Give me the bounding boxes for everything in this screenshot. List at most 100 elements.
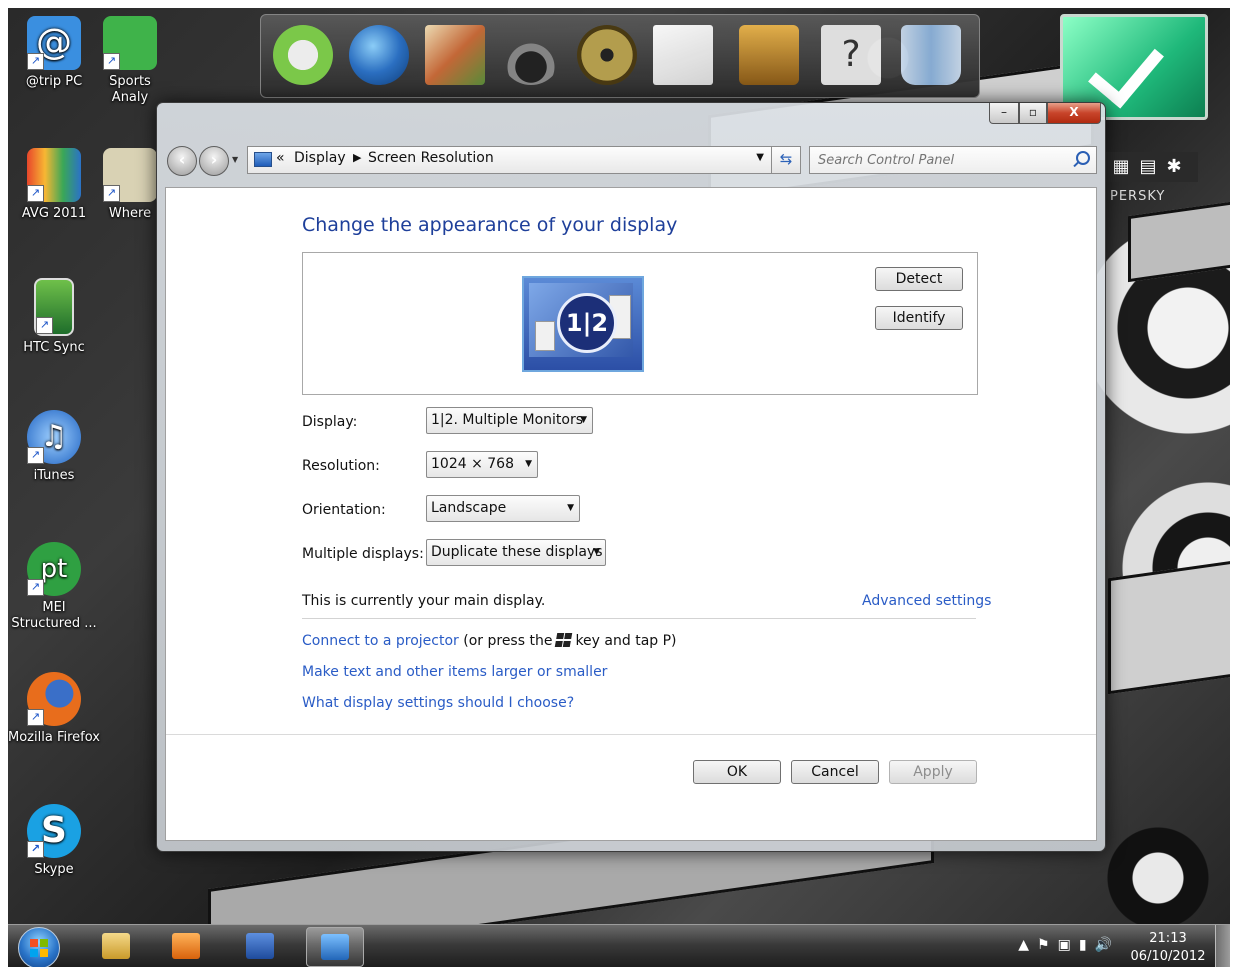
media-player-icon xyxy=(172,933,200,959)
skype-icon: S ↗ xyxy=(27,804,81,858)
desktop-icon-where[interactable]: ↗ Where xyxy=(100,148,160,222)
multiple-displays-dropdown[interactable]: Duplicate these displays ▼ xyxy=(426,539,606,566)
identify-button[interactable]: Identify xyxy=(875,306,963,330)
desktop-icon-avg[interactable]: ↗ AVG 2011 xyxy=(8,148,100,222)
display-control-panel-icon xyxy=(254,152,272,167)
firefox-icon: ↗ xyxy=(27,672,81,726)
resolution-label: Resolution: xyxy=(302,458,380,474)
action-center-flag-icon[interactable]: ⚑ xyxy=(1037,937,1058,953)
chevron-down-icon: ▼ xyxy=(567,503,574,513)
signal-icon[interactable]: ▮ xyxy=(1079,937,1095,953)
desktop-icon-itunes[interactable]: ♫ ↗ iTunes xyxy=(8,410,100,484)
desktop-icon-label: iTunes xyxy=(33,468,75,483)
network-icon[interactable]: ▣ xyxy=(1058,937,1079,953)
minimize-button[interactable]: – xyxy=(989,103,1019,124)
address-bar[interactable]: « Display ▶ Screen Resolution ▼ xyxy=(247,146,801,174)
orientation-dropdown[interactable]: Landscape ▼ xyxy=(426,495,580,522)
headphones-icon[interactable] xyxy=(501,25,561,85)
desktop-icon-label: Skype xyxy=(34,862,74,877)
recycle-bin-icon[interactable] xyxy=(901,25,961,85)
desktop-icon-label: Sports Analy xyxy=(109,74,151,105)
shortcut-arrow-icon: ↗ xyxy=(27,53,44,70)
desktop-icon-label: Where xyxy=(108,206,152,221)
recent-pages-chevron-down-icon[interactable]: ▼ xyxy=(232,155,238,164)
forward-button[interactable]: › xyxy=(199,146,229,176)
desktop-icon-mei-structured[interactable]: pt ↗ MEI Structured ... xyxy=(8,542,100,632)
breadcrumb-separator-arrow-icon[interactable]: ▶ xyxy=(353,151,361,164)
word-icon xyxy=(246,933,274,959)
desktop-icon-label: @trip PC xyxy=(25,74,83,89)
cancel-button[interactable]: Cancel xyxy=(791,760,879,784)
photos-icon[interactable] xyxy=(425,25,485,85)
windows-key-icon xyxy=(555,633,573,647)
system-tray: ▲⚑▣▮🔊 xyxy=(1018,937,1120,953)
search-input[interactable] xyxy=(816,150,1070,170)
desktop-icon-firefox[interactable]: ↗ Mozilla Firefox xyxy=(8,672,100,746)
show-desktop-button[interactable] xyxy=(1215,925,1230,967)
back-button[interactable]: ‹ xyxy=(167,146,197,176)
start-button[interactable] xyxy=(18,927,60,967)
chevron-down-icon: ▼ xyxy=(593,547,600,557)
address-dropdown-chevron-down-icon[interactable]: ▼ xyxy=(756,152,764,163)
phone-icon: ↗ xyxy=(34,278,74,336)
multiple-displays-dropdown-value: Duplicate these displays xyxy=(431,544,603,560)
display-settings-icon xyxy=(321,934,349,960)
resolution-dropdown[interactable]: 1024 × 768 ▼ xyxy=(426,451,538,478)
monitor-preview-panel: 1|2 Detect Identify xyxy=(302,252,978,395)
refresh-icon: ⇆ xyxy=(779,150,793,168)
shortcut-arrow-icon: ↗ xyxy=(27,579,44,596)
maximize-button[interactable]: ▫ xyxy=(1019,103,1047,124)
globe-icon[interactable] xyxy=(349,25,409,85)
clock-time: 21:13 xyxy=(1149,931,1187,946)
breadcrumb-display[interactable]: Display xyxy=(294,150,346,166)
apply-button[interactable]: Apply xyxy=(889,760,977,784)
search-icon[interactable] xyxy=(1076,151,1090,165)
taskbar-display-settings[interactable] xyxy=(306,927,364,967)
film-reel-icon[interactable] xyxy=(577,25,637,85)
desktop-icon-trip-pc[interactable]: @ ↗ @trip PC xyxy=(8,16,100,90)
desktop-icon-htc-sync[interactable]: ↗ HTC Sync xyxy=(8,278,100,356)
display-settings-help-link[interactable]: What display settings should I choose? xyxy=(302,695,574,711)
padlock-icon[interactable] xyxy=(739,25,799,85)
desktop-icon-skype[interactable]: S ↗ Skype xyxy=(8,804,100,878)
detect-button[interactable]: Detect xyxy=(875,267,963,291)
preview-window xyxy=(535,321,555,351)
advanced-settings-link[interactable]: Advanced settings xyxy=(862,593,991,609)
breadcrumb-overflow[interactable]: « xyxy=(276,150,285,166)
monitor-tile[interactable]: 1|2 xyxy=(522,276,644,372)
windows-logo-icon xyxy=(30,939,48,957)
desktop-icon-label: HTC Sync xyxy=(23,340,85,355)
close-button[interactable]: X xyxy=(1047,103,1101,124)
volume-icon[interactable]: 🔊 xyxy=(1095,937,1120,953)
mail-icon[interactable] xyxy=(273,25,333,85)
at-sign-icon: @ ↗ xyxy=(27,16,81,70)
shortcut-arrow-icon: ↗ xyxy=(36,317,53,334)
breadcrumb-screen-resolution[interactable]: Screen Resolution xyxy=(368,150,494,166)
show-hidden-icons-icon[interactable]: ▲ xyxy=(1018,937,1037,953)
checkmark-icon xyxy=(1088,29,1164,109)
text-size-link[interactable]: Make text and other items larger or smal… xyxy=(302,664,607,680)
connect-projector-link[interactable]: Connect to a projector xyxy=(302,633,459,649)
gadget-toolbar[interactable]: PERSKY ▦▤✱ xyxy=(1106,152,1198,204)
notes-icon[interactable] xyxy=(653,25,713,85)
taskbar-word[interactable] xyxy=(232,927,288,965)
search-box[interactable] xyxy=(809,146,1097,174)
taskbar-media-player[interactable] xyxy=(158,927,214,965)
taskbar-explorer[interactable] xyxy=(88,927,144,965)
help-icon[interactable]: ? xyxy=(821,25,881,85)
display-dropdown-value: 1|2. Multiple Monitors xyxy=(431,412,584,428)
rocket-dock: ? xyxy=(260,14,980,98)
display-dropdown[interactable]: 1|2. Multiple Monitors ▼ xyxy=(426,407,593,434)
ok-button[interactable]: OK xyxy=(693,760,781,784)
clock-date: 06/10/2012 xyxy=(1130,949,1206,964)
monitor-screen: 1|2 xyxy=(529,283,633,357)
avg-icon: ↗ xyxy=(27,148,81,202)
orientation-label: Orientation: xyxy=(302,502,386,518)
sports-icon: ↗ xyxy=(103,16,157,70)
chevron-down-icon: ▼ xyxy=(580,415,587,425)
gadget-brand: PERSKY xyxy=(1110,189,1166,204)
refresh-button[interactable]: ⇆ xyxy=(771,146,801,174)
clock[interactable]: 21:13 06/10/2012 xyxy=(1128,930,1208,966)
divider xyxy=(302,618,976,619)
desktop-icon-sports-analy[interactable]: ↗ Sports Analy xyxy=(100,16,160,106)
